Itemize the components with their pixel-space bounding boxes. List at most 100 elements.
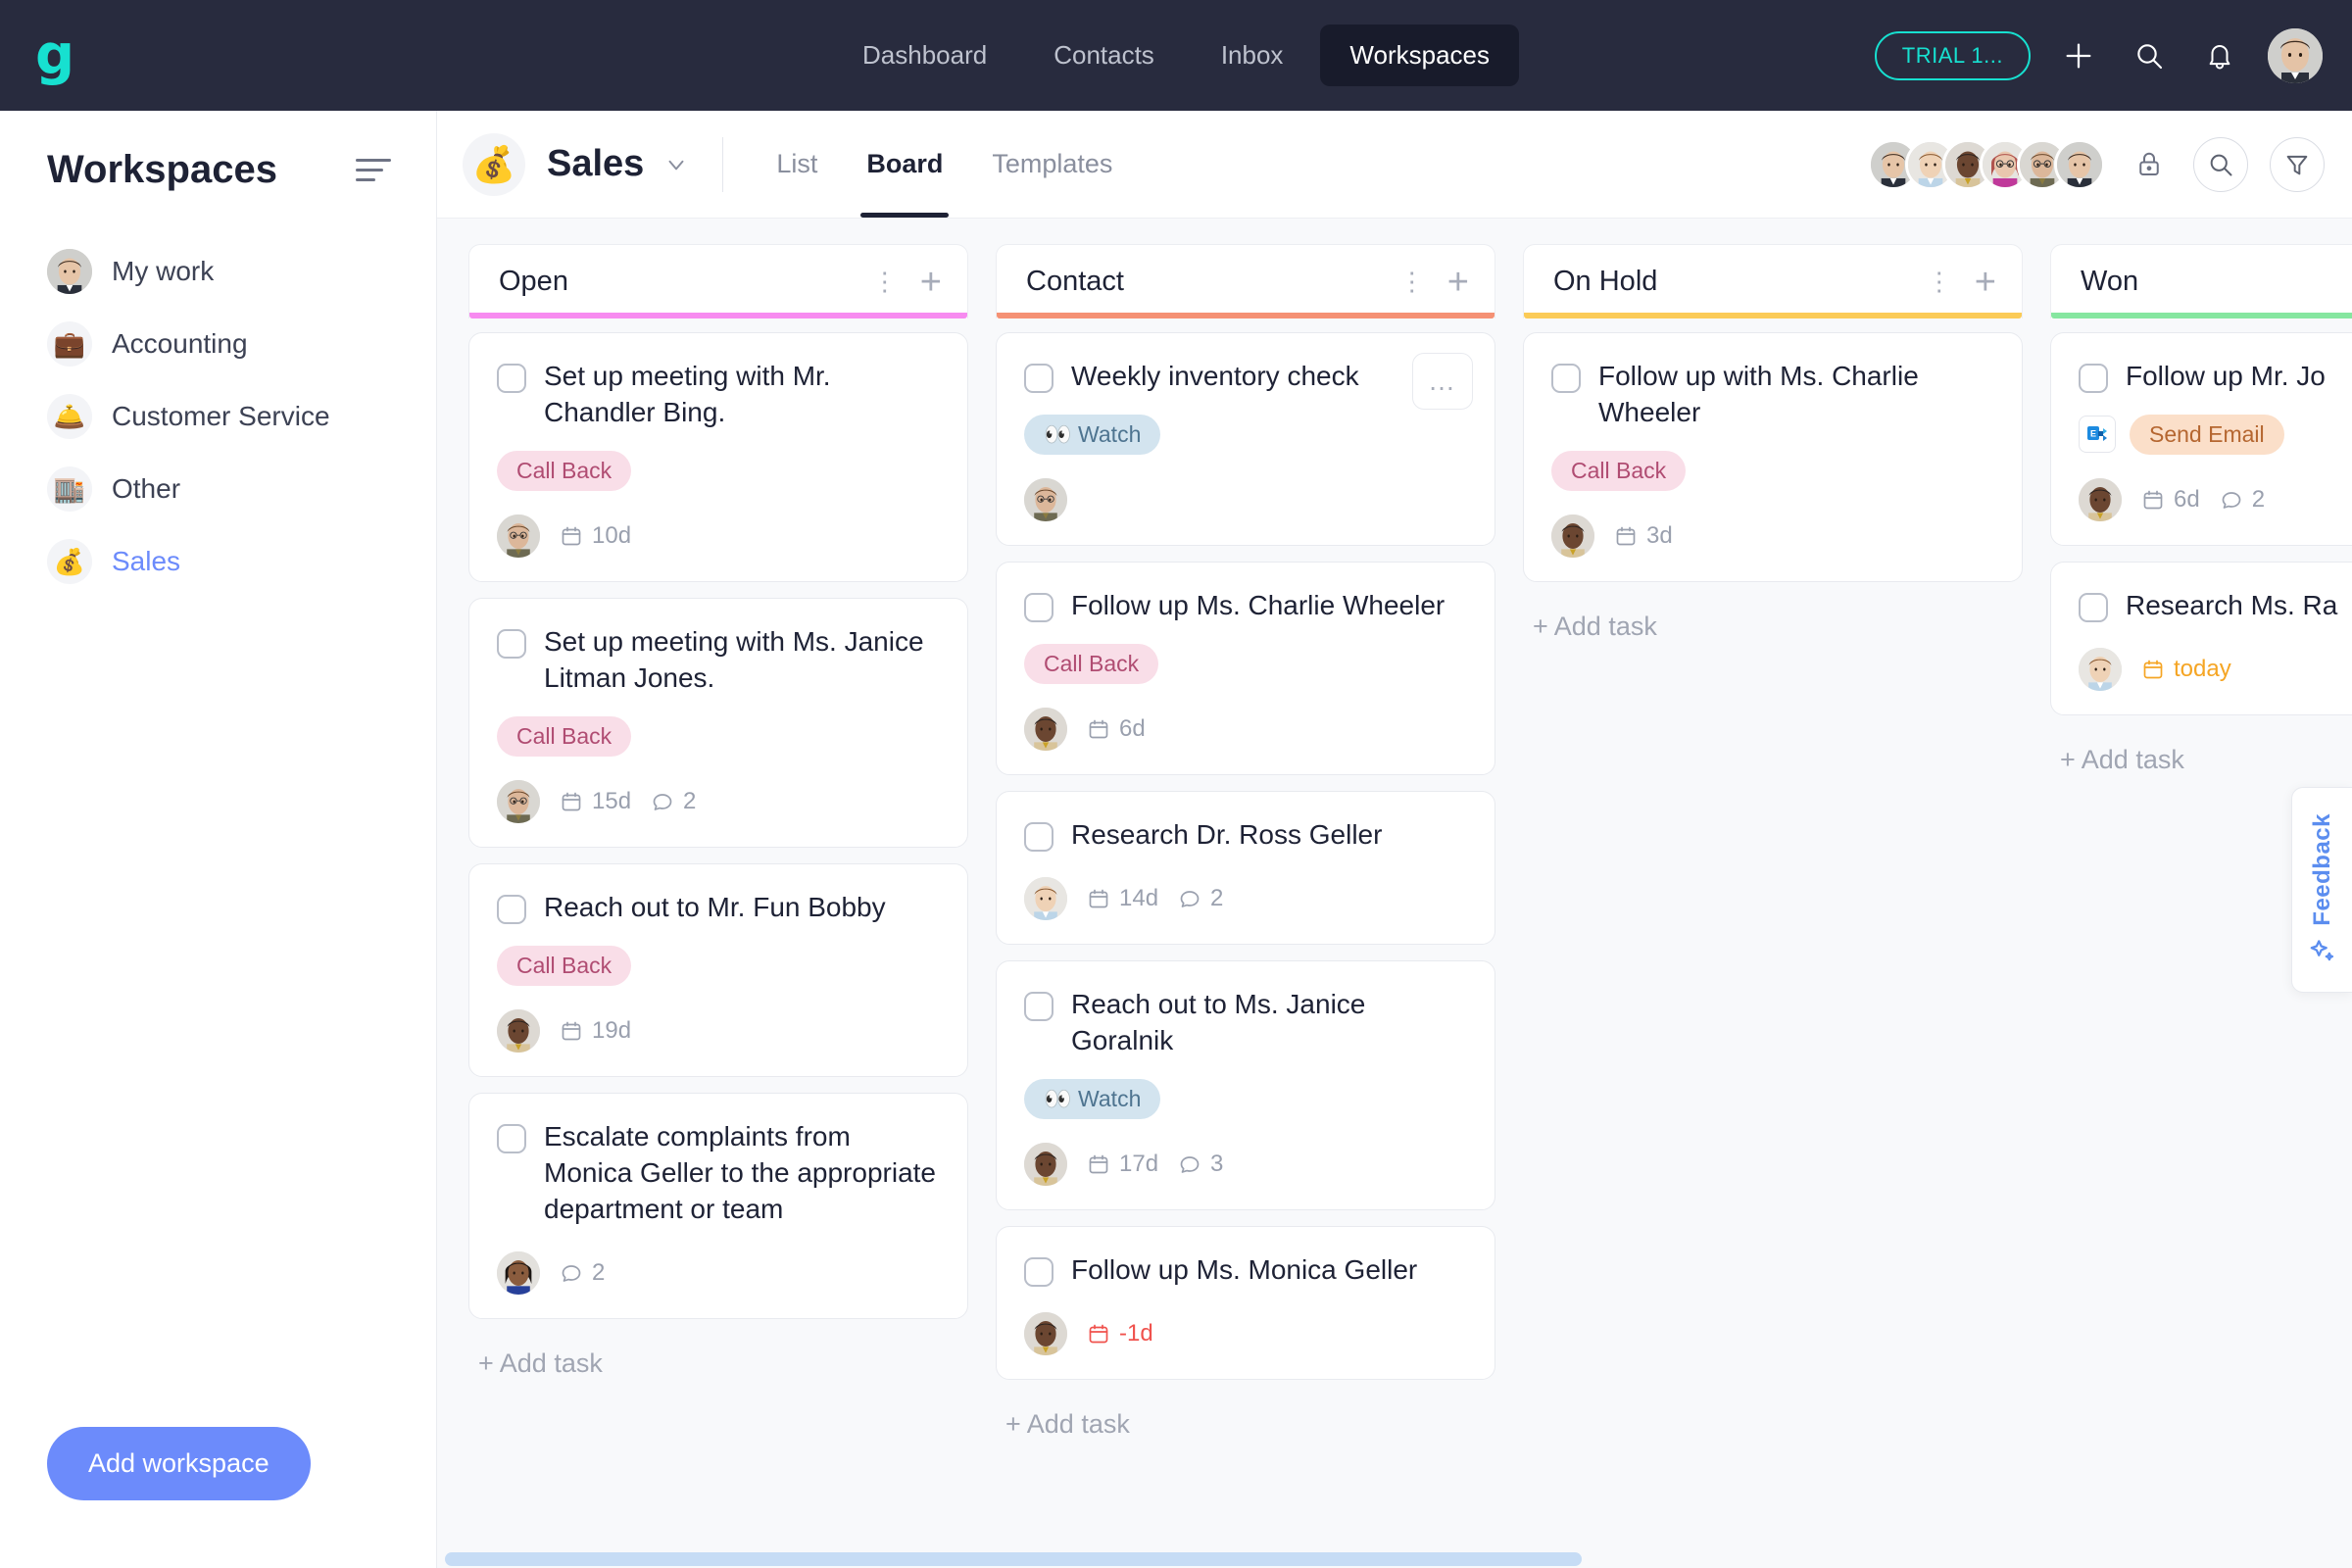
task-badge-callback[interactable]: Call Back xyxy=(1551,450,1687,491)
nav-item-contacts[interactable]: Contacts xyxy=(1024,24,1184,86)
task-checkbox[interactable] xyxy=(1024,1256,1054,1287)
task-title-row: Follow up Ms. Charlie Wheeler xyxy=(1024,588,1467,624)
lock-icon[interactable] xyxy=(2127,142,2172,187)
sidebar-item-customer-service[interactable]: 🛎️ Customer Service xyxy=(0,380,436,453)
task-checkbox[interactable] xyxy=(2079,592,2108,622)
task-card[interactable]: Follow up Ms. Monica Geller -1d xyxy=(996,1225,1495,1380)
avatar-jim xyxy=(2079,647,2122,691)
bell-icon[interactable] xyxy=(2197,33,2242,78)
task-card[interactable]: Reach out to Mr. Fun Bobby Call Back 19d xyxy=(468,862,968,1077)
task-badge-watch[interactable]: 👀 Watch xyxy=(1024,414,1161,455)
column-cards: Follow up Mr. Jo E Send Email 6d 2 Resea… xyxy=(2050,318,2352,775)
sidebar-item-my-work[interactable]: My work xyxy=(0,235,436,308)
nav-item-dashboard[interactable]: Dashboard xyxy=(833,24,1016,86)
task-comment-count: 3 xyxy=(1178,1151,1223,1178)
task-badge-callback[interactable]: Call Back xyxy=(497,945,632,986)
plus-icon[interactable] xyxy=(2056,33,2101,78)
add-task-button[interactable]: + Add task xyxy=(1523,598,2023,642)
trial-badge[interactable]: TRIAL 1... xyxy=(1874,30,2031,80)
horizontal-scrollbar[interactable] xyxy=(437,1550,2352,1568)
due-label: 10d xyxy=(592,521,632,549)
task-badge-callback[interactable]: Call Back xyxy=(497,450,632,491)
column-actions: ⋮ + xyxy=(1399,264,1469,301)
task-card[interactable]: Set up meeting with Ms. Janice Litman Jo… xyxy=(468,597,968,848)
briefcase-emoji: 💼 xyxy=(47,321,92,367)
sidebar-item-other[interactable]: 🏬 Other xyxy=(0,453,436,525)
task-card[interactable]: Reach out to Ms. Janice Goralnik 👀 Watch… xyxy=(996,959,1495,1210)
due-label: 17d xyxy=(1119,1150,1159,1177)
tab-board[interactable]: Board xyxy=(847,111,962,218)
task-checkbox[interactable] xyxy=(497,1123,526,1153)
add-card-icon[interactable]: + xyxy=(1975,264,1996,301)
add-task-button[interactable]: + Add task xyxy=(468,1335,968,1379)
column-title: Open xyxy=(499,266,568,297)
task-meta: 6d xyxy=(1024,707,1467,751)
sidebar-item-label: Sales xyxy=(112,546,181,576)
nav-item-workspaces[interactable]: Workspaces xyxy=(1320,24,1519,86)
task-meta: 3d xyxy=(1551,514,1994,558)
comment-icon xyxy=(2222,492,2241,509)
nav-item-inbox[interactable]: Inbox xyxy=(1192,24,1313,86)
column-menu-icon[interactable]: ⋮ xyxy=(872,269,899,295)
column-cards: Follow up with Ms. Charlie Wheeler Call … xyxy=(1523,318,2023,642)
task-card[interactable]: Follow up with Ms. Charlie Wheeler Call … xyxy=(1523,332,2023,582)
task-badge-watch[interactable]: 👀 Watch xyxy=(1024,1078,1161,1119)
task-card[interactable]: Research Dr. Ross Geller 14d 2 xyxy=(996,790,1495,945)
task-comment-count: 2 xyxy=(1178,885,1223,912)
task-card[interactable]: Follow up Ms. Charlie Wheeler Call Back … xyxy=(996,561,1495,775)
task-card[interactable]: Set up meeting with Mr. Chandler Bing. C… xyxy=(468,332,968,582)
column-actions: ⋮ + xyxy=(872,264,942,301)
calendar-icon xyxy=(562,1021,581,1041)
task-card[interactable]: Research Ms. Ra today xyxy=(2050,561,2352,715)
task-badge-callback[interactable]: Call Back xyxy=(1024,643,1159,684)
task-card[interactable]: Escalate complaints from Monica Geller t… xyxy=(468,1092,968,1319)
task-checkbox[interactable] xyxy=(1551,364,1581,393)
task-checkbox[interactable] xyxy=(497,628,526,659)
sidebar-item-accounting[interactable]: 💼 Accounting xyxy=(0,308,436,380)
task-checkbox[interactable] xyxy=(1024,592,1054,622)
task-checkbox[interactable] xyxy=(2079,364,2108,393)
sidebar-item-sales[interactable]: 💰 Sales xyxy=(0,525,436,598)
board-filter-button[interactable] xyxy=(2270,136,2325,192)
task-assignee-avatar xyxy=(1024,707,1067,751)
add-task-button[interactable]: + Add task xyxy=(996,1396,1495,1440)
board-columns: Open ⋮ + Set up meeting with Mr. Chandle… xyxy=(437,219,2352,1568)
task-badges: Call Back xyxy=(497,715,940,757)
task-title: Reach out to Ms. Janice Goralnik xyxy=(1071,988,1366,1055)
user-avatar[interactable] xyxy=(2268,27,2323,83)
feedback-tab[interactable]: Feedback xyxy=(2291,787,2352,993)
column-menu-icon[interactable]: ⋮ xyxy=(1399,269,1426,295)
card-menu-icon[interactable]: … xyxy=(1412,353,1473,410)
task-checkbox[interactable] xyxy=(1024,821,1054,852)
add-task-button[interactable]: + Add task xyxy=(2050,731,2352,775)
task-checkbox[interactable] xyxy=(1024,991,1054,1021)
task-title: Follow up Ms. Monica Geller xyxy=(1071,1253,1418,1285)
task-card[interactable]: Weekly inventory check … 👀 Watch xyxy=(996,332,1495,546)
add-card-icon[interactable]: + xyxy=(920,264,942,301)
task-checkbox[interactable] xyxy=(497,364,526,393)
workspace-name: Sales xyxy=(547,143,645,184)
tab-templates[interactable]: Templates xyxy=(972,111,1132,218)
task-checkbox[interactable] xyxy=(497,894,526,924)
office-building-emoji: 🏬 xyxy=(47,466,92,512)
app-logo[interactable]: g xyxy=(0,27,108,83)
task-badges: 👀 Watch xyxy=(1024,414,1467,455)
task-title-row: Reach out to Ms. Janice Goralnik xyxy=(1024,987,1467,1059)
sidebar-collapse-icon[interactable] xyxy=(356,159,391,181)
feedback-label: Feedback xyxy=(2308,812,2335,926)
scrollbar-thumb[interactable] xyxy=(445,1552,1582,1566)
task-badge-email[interactable]: Send Email xyxy=(2130,414,2284,455)
board-search-button[interactable] xyxy=(2193,136,2248,192)
task-title-row: Research Dr. Ross Geller xyxy=(1024,817,1467,854)
chevron-down-icon[interactable] xyxy=(663,152,689,177)
task-card[interactable]: Follow up Mr. Jo E Send Email 6d 2 xyxy=(2050,332,2352,546)
task-checkbox[interactable] xyxy=(1024,364,1054,393)
task-badge-callback[interactable]: Call Back xyxy=(497,715,632,757)
column-menu-icon[interactable]: ⋮ xyxy=(1927,269,1953,295)
add-card-icon[interactable]: + xyxy=(1447,264,1469,301)
comment-icon xyxy=(653,793,672,810)
task-due-date: today xyxy=(2141,656,2231,683)
search-icon[interactable] xyxy=(2127,33,2172,78)
tab-list[interactable]: List xyxy=(757,111,837,218)
add-workspace-button[interactable]: Add workspace xyxy=(47,1427,311,1500)
